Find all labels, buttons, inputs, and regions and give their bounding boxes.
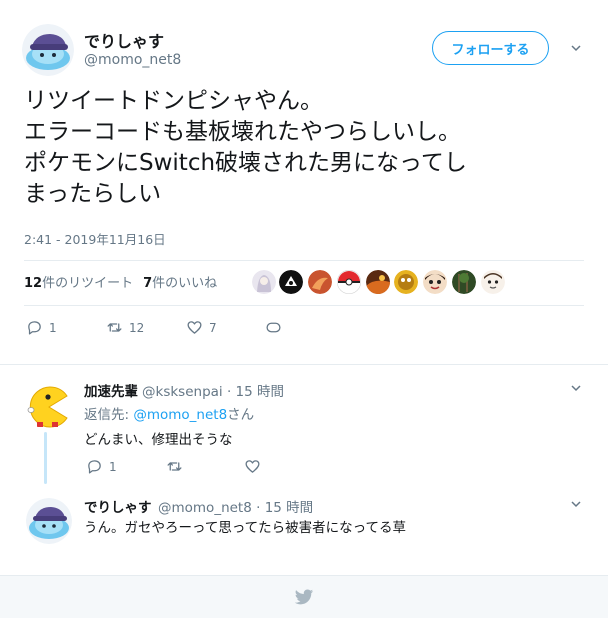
tweet-line: ポケモンにSwitch破壊された男になってし [24,150,467,176]
liker-avatar[interactable] [423,270,447,294]
retweets-stat[interactable]: 12件のリツイート [24,272,133,291]
reply-author-meta[interactable]: @ksksenpai · 15 時間 [142,380,284,400]
chevron-down-icon[interactable] [571,499,581,509]
liker-avatar[interactable] [481,270,505,294]
liker-avatar[interactable] [308,270,332,294]
liker-avatar[interactable] [337,270,361,294]
reply-author-name[interactable]: でりしゃす [84,496,152,516]
chevron-down-icon[interactable] [571,43,581,53]
likes-count: 7 [143,276,153,291]
divider [24,305,584,306]
retweet-action[interactable]: 12 [106,319,144,336]
divider [0,364,608,365]
reply-to-handle[interactable]: @momo_net8 [133,407,227,423]
retweet-action[interactable] [166,458,183,475]
follow-button[interactable]: フォローする [432,31,549,65]
like-action[interactable] [244,458,261,475]
like-icon [187,321,202,334]
footer [0,575,608,618]
tweet-line: リツイートドンピシャやん。 [24,88,323,114]
author-name[interactable]: でりしゃす [84,28,164,52]
like-icon [245,460,260,473]
reply-count: 1 [49,320,57,335]
reply-avatar[interactable] [26,498,72,544]
tweet-stats: 12件のリツイート 7件のいいね [24,272,217,291]
tweet-line: まったらしい [24,181,162,207]
reply-avatar[interactable] [26,384,72,430]
retweets-label: 件のリツイート [42,276,134,291]
reply-count: 1 [109,459,117,474]
author-handle[interactable]: @momo_net8 [84,52,181,68]
twitter-bird-icon[interactable] [294,589,314,606]
retweet-icon [107,323,122,332]
tweet-timestamp[interactable]: 2:41 - 2019年11月16日 [24,229,166,248]
likes-stat[interactable]: 7件のいいね [143,272,217,291]
retweets-count: 12 [24,276,43,291]
dm-action[interactable] [265,319,282,336]
reply-text: うん。ガセやろーって思ってたら被害者になってる草 [84,520,406,536]
liker-avatar[interactable] [252,270,276,294]
reply-to: 返信先: @momo_net8さん [84,403,254,423]
liker-avatar[interactable] [279,270,303,294]
retweet-count: 12 [129,320,145,335]
liker-avatar[interactable] [366,270,390,294]
likes-label: 件のいいね [152,276,218,291]
reply-to-suffix: さん [227,407,255,423]
reply-to-prefix: 返信先: [84,407,134,423]
reply-author-meta[interactable]: @momo_net8 · 15 時間 [158,496,313,516]
liker-avatar[interactable] [394,270,418,294]
tweet-text: リツイートドンピシャやん。 エラーコードも基板壊れたやつらしいし。 ポケモンにS… [24,86,584,210]
reply-icon [28,321,41,335]
reply-action[interactable]: 1 [26,319,57,336]
divider [24,260,584,261]
tweet-line: エラーコードも基板壊れたやつらしいし。 [24,119,461,145]
author-avatar[interactable] [22,24,74,76]
reply-text: どんまい、修理出そうな [84,432,233,448]
chevron-down-icon[interactable] [571,383,581,393]
like-action[interactable]: 7 [186,319,217,336]
retweet-icon [167,462,182,471]
thread-line [44,432,47,484]
like-count: 7 [209,320,217,335]
reply-icon [88,460,101,474]
reply-author-name[interactable]: 加速先輩 [84,380,138,400]
liker-avatar[interactable] [452,270,476,294]
reply-action[interactable]: 1 [86,458,117,475]
dm-icon [266,322,281,333]
